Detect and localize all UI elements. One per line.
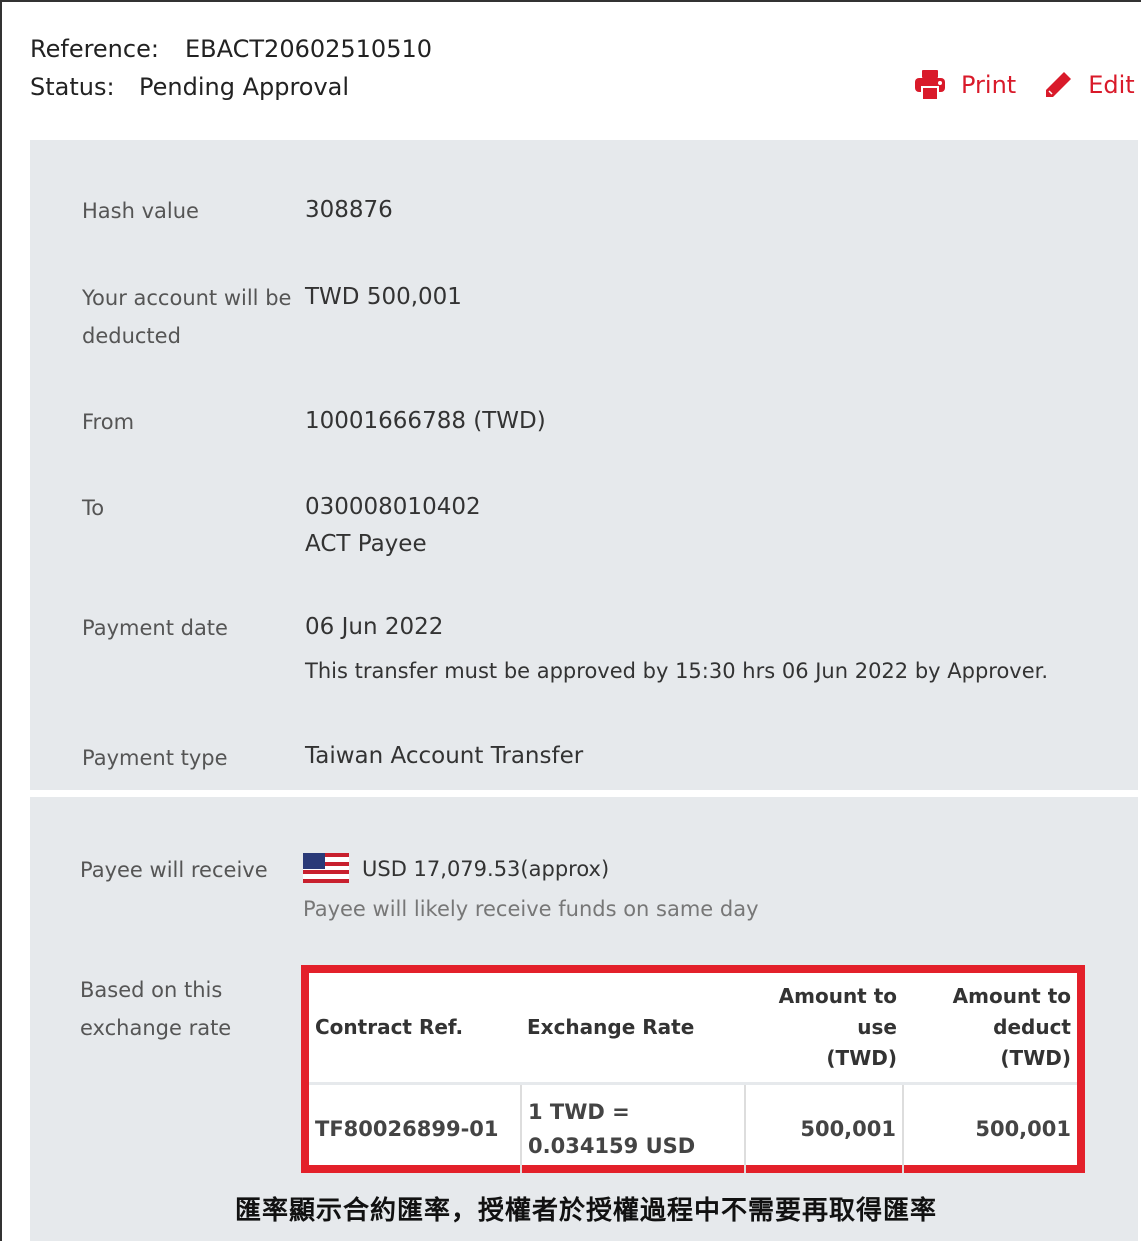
from-label: From [82, 410, 135, 434]
payment-type-label: Payment type [82, 746, 228, 770]
transaction-header: Reference: EBACT20602510510 Status: Pend… [30, 30, 432, 106]
payment-type-value: Taiwan Account Transfer [305, 743, 584, 769]
print-button[interactable]: Print [913, 68, 1016, 102]
reference-label: Reference: [30, 35, 159, 63]
to-label: To [82, 496, 105, 520]
hash-value-label: Hash value [82, 199, 199, 223]
cell-contract-ref: TF80026899-01 [315, 1116, 499, 1141]
header-actions: Print Edit [913, 68, 1135, 102]
payee-receive-label: Payee will receive [80, 858, 268, 882]
printer-icon [915, 70, 945, 101]
table-row: TF80026899-01 1 TWD = 0.034159 USD 500,0… [309, 1083, 1077, 1173]
annotation-caption: 匯率顯示合約匯率，授權者於授權過程中不需要再取得匯率 [235, 1196, 938, 1226]
exchange-rate-highlight: Contract Ref. Exchange Rate Amount to us… [301, 965, 1085, 1173]
to-account: 030008010402 [305, 494, 481, 520]
cell-amount-to-deduct: 500,001 [902, 1083, 1077, 1173]
exchange-rate-label-line2: exchange rate [80, 1016, 232, 1040]
payment-date-label: Payment date [82, 616, 228, 640]
from-account: 10001666788 (TWD) [305, 408, 546, 434]
header-amount-to-deduct: Amount to deduct (TWD) [903, 973, 1077, 1085]
payee-receive-amount: USD 17,079.53(approx) [362, 857, 610, 881]
header-amount-to-use: Amount to use (TWD) [745, 973, 903, 1085]
exchange-rate-label-line1: Based on this [80, 978, 223, 1002]
exchange-rate-table: Contract Ref. Exchange Rate Amount to us… [309, 973, 1077, 1173]
deducted-amount: TWD 500,001 [305, 284, 462, 310]
hash-value: 308876 [305, 197, 393, 223]
cell-amount-to-use: 500,001 [744, 1083, 903, 1173]
status-value: Pending Approval [139, 73, 350, 101]
exchange-panel: Payee will receive USD 17,079.53(approx)… [30, 797, 1138, 1241]
to-payee: ACT Payee [305, 531, 427, 557]
edit-button[interactable]: Edit [1042, 69, 1135, 101]
table-header-row: Contract Ref. Exchange Rate Amount to us… [309, 973, 1077, 1085]
pencil-icon [1046, 72, 1072, 97]
header-contract-ref: Contract Ref. [309, 973, 521, 1085]
print-label: Print [961, 71, 1017, 99]
reference-value: EBACT20602510510 [185, 35, 433, 63]
receive-timing-note: Payee will likely receive funds on same … [303, 897, 759, 921]
us-flag-icon [303, 853, 349, 883]
header-exchange-rate: Exchange Rate [521, 973, 745, 1085]
status-label: Status: [30, 73, 115, 101]
deducted-label-line1: Your account will be [82, 286, 292, 310]
deducted-label-line2: deducted [82, 324, 181, 348]
edit-label: Edit [1088, 71, 1135, 99]
payment-date-value: 06 Jun 2022 [305, 614, 444, 640]
status-row: Status: Pending Approval [30, 68, 432, 106]
cell-exchange-rate: 1 TWD = 0.034159 USD [520, 1083, 745, 1173]
approval-deadline-note: This transfer must be approved by 15:30 … [305, 659, 1049, 683]
reference-row: Reference: EBACT20602510510 [30, 30, 432, 68]
transfer-details-panel: Hash value 308876 Your account will be d… [30, 140, 1138, 790]
